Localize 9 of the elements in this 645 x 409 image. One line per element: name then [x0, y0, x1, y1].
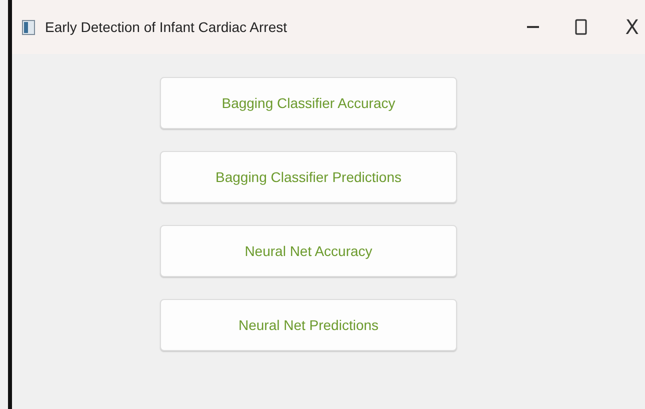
- window-title: Early Detection of Infant Cardiac Arrest: [45, 19, 288, 35]
- minimize-icon[interactable]: [527, 26, 540, 28]
- app-icon: [22, 20, 35, 34]
- menu-button[interactable]: Neural Net Predictions: [160, 299, 457, 351]
- maximize-icon[interactable]: [575, 19, 588, 35]
- menu-button[interactable]: Bagging Classifier Accuracy: [160, 77, 457, 129]
- close-button[interactable]: X: [605, 15, 645, 39]
- menu-button[interactable]: Bagging Classifier Predictions: [160, 151, 457, 203]
- menu-button[interactable]: Neural Net Accuracy: [160, 225, 457, 277]
